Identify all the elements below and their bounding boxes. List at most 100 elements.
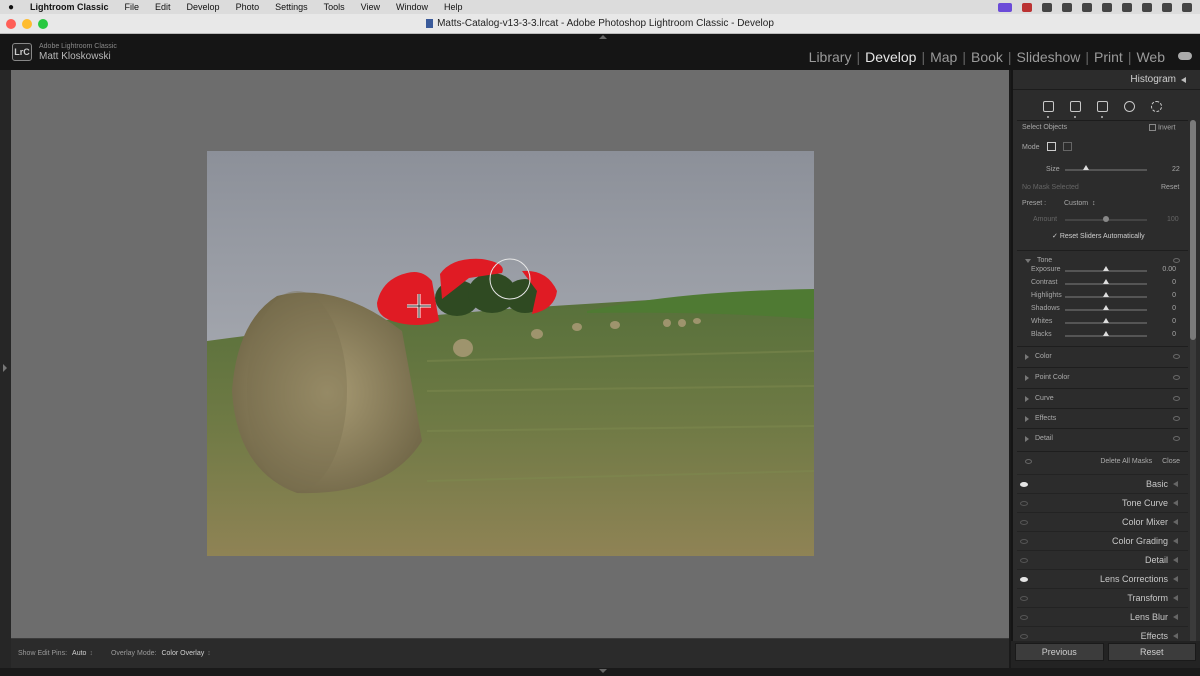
panel-color-grading[interactable]: Color Grading bbox=[1017, 531, 1188, 550]
effects-section-header[interactable]: Effects bbox=[1017, 408, 1188, 428]
histogram-expand-icon[interactable] bbox=[1181, 76, 1186, 83]
detail-section-header[interactable]: Detail bbox=[1017, 428, 1188, 448]
panel-tone-curve[interactable]: Tone Curve bbox=[1017, 493, 1188, 512]
menu-window[interactable]: Window bbox=[388, 2, 436, 12]
amount-slider-thumb[interactable] bbox=[1103, 216, 1109, 222]
collapse-filmstrip-icon[interactable] bbox=[599, 669, 607, 673]
size-slider-track[interactable] bbox=[1065, 169, 1147, 171]
tone-eye-icon[interactable] bbox=[1173, 258, 1180, 263]
menu-app[interactable]: Lightroom Classic bbox=[22, 2, 117, 12]
brush-mode-icon[interactable] bbox=[1047, 142, 1056, 151]
close-mask-button[interactable]: Close bbox=[1162, 458, 1180, 465]
module-slideshow[interactable]: Slideshow bbox=[1012, 49, 1086, 65]
lens-blur-expand-icon[interactable] bbox=[1173, 614, 1178, 620]
play-icon[interactable] bbox=[1062, 2, 1072, 12]
module-map[interactable]: Map bbox=[925, 49, 962, 65]
detail-panel-expand-icon[interactable] bbox=[1173, 557, 1178, 563]
search-icon[interactable] bbox=[1122, 2, 1132, 12]
detail-eye-icon[interactable] bbox=[1173, 436, 1180, 441]
module-develop[interactable]: Develop bbox=[860, 49, 921, 65]
menu-settings[interactable]: Settings bbox=[267, 2, 316, 12]
module-print[interactable]: Print bbox=[1089, 49, 1128, 65]
color-section-header[interactable]: Color bbox=[1017, 346, 1188, 366]
panel-color-mixer[interactable]: Color Mixer bbox=[1017, 512, 1188, 531]
tone-curve-eye-icon[interactable] bbox=[1020, 501, 1028, 506]
size-value[interactable]: 22 bbox=[1172, 166, 1180, 173]
previous-button[interactable]: Previous bbox=[1015, 643, 1104, 661]
notification-icon[interactable] bbox=[1182, 2, 1192, 12]
panel-scrollbar-thumb[interactable] bbox=[1190, 120, 1196, 340]
menu-view[interactable]: View bbox=[353, 2, 388, 12]
overlay-mode-select[interactable]: Color Overlay bbox=[161, 650, 204, 657]
panel-basic[interactable]: Basic bbox=[1017, 474, 1188, 493]
delete-all-masks-button[interactable]: Delete All Masks bbox=[1100, 458, 1152, 465]
menu-develop[interactable]: Develop bbox=[179, 2, 228, 12]
menu-tools[interactable]: Tools bbox=[316, 2, 353, 12]
preset-chevron-icon[interactable]: ↕ bbox=[1092, 200, 1096, 207]
photo-preview[interactable] bbox=[207, 151, 814, 556]
crop-icon[interactable] bbox=[1070, 101, 1081, 118]
edit-sliders-icon[interactable] bbox=[1043, 101, 1054, 118]
curve-eye-icon[interactable] bbox=[1173, 396, 1180, 401]
edit-pins-select[interactable]: Auto bbox=[72, 650, 86, 657]
panel-lens-blur[interactable]: Lens Blur bbox=[1017, 607, 1188, 626]
tone-contrast-slider-thumb[interactable] bbox=[1103, 279, 1109, 284]
tone-blacks-slider-thumb[interactable] bbox=[1103, 331, 1109, 336]
tone-curve-expand-icon[interactable] bbox=[1173, 500, 1178, 506]
tone-blacks-value[interactable]: 0 bbox=[1172, 331, 1176, 338]
menu-help[interactable]: Help bbox=[436, 2, 471, 12]
lens-corrections-expand-icon[interactable] bbox=[1173, 576, 1178, 582]
curve-expand-icon[interactable] bbox=[1025, 395, 1029, 402]
tone-whites-value[interactable]: 0 bbox=[1172, 318, 1176, 325]
rectangle-mode-icon[interactable] bbox=[1063, 142, 1072, 151]
minimize-window-button[interactable] bbox=[22, 19, 32, 29]
remove-eraser-icon[interactable] bbox=[1097, 101, 1108, 118]
module-book[interactable]: Book bbox=[966, 49, 1008, 65]
point-color-eye-icon[interactable] bbox=[1173, 375, 1180, 380]
tone-shadows-slider-thumb[interactable] bbox=[1103, 305, 1109, 310]
module-web[interactable]: Web bbox=[1131, 49, 1170, 65]
tone-highlights-value[interactable]: 0 bbox=[1172, 292, 1176, 299]
masking-icon[interactable] bbox=[1151, 101, 1162, 112]
close-window-button[interactable] bbox=[6, 19, 16, 29]
edit-pins-chevron-icon[interactable]: ↕ bbox=[89, 650, 93, 657]
recording-icon[interactable] bbox=[1022, 2, 1032, 12]
overlay-mode-chevron-icon[interactable]: ↕ bbox=[207, 650, 211, 657]
reset-button[interactable]: Reset bbox=[1107, 643, 1196, 661]
invert-checkbox[interactable]: Invert bbox=[1149, 124, 1175, 131]
tone-contrast-value[interactable]: 0 bbox=[1172, 279, 1176, 286]
tone-exposure-value[interactable]: 0.00 bbox=[1162, 266, 1176, 273]
color-mixer-expand-icon[interactable] bbox=[1173, 519, 1178, 525]
module-library[interactable]: Library bbox=[804, 49, 857, 65]
effects-expand-icon[interactable] bbox=[1025, 415, 1029, 422]
screen-share-icon[interactable] bbox=[998, 2, 1012, 12]
basic-eye-icon[interactable] bbox=[1020, 482, 1028, 487]
left-panel-collapsed[interactable] bbox=[0, 70, 11, 668]
detail-panel-eye-icon[interactable] bbox=[1020, 558, 1028, 563]
panel-transform[interactable]: Transform bbox=[1017, 588, 1188, 607]
reset-sliders-checkbox[interactable]: ✓ Reset Sliders Automatically bbox=[1052, 232, 1145, 240]
preset-select[interactable]: Custom bbox=[1064, 200, 1088, 207]
mask-reset-button[interactable]: Reset bbox=[1161, 184, 1179, 191]
effects-eye-icon[interactable] bbox=[1173, 416, 1180, 421]
tone-whites-slider-thumb[interactable] bbox=[1103, 318, 1109, 323]
color-mixer-eye-icon[interactable] bbox=[1020, 520, 1028, 525]
lens-corrections-eye-icon[interactable] bbox=[1020, 577, 1028, 582]
curve-section-header[interactable]: Curve bbox=[1017, 388, 1188, 408]
tone-exposure-slider-thumb[interactable] bbox=[1103, 266, 1109, 271]
color-expand-icon[interactable] bbox=[1025, 353, 1029, 360]
size-slider-thumb[interactable] bbox=[1082, 165, 1089, 170]
menu-file[interactable]: File bbox=[117, 2, 148, 12]
transform-expand-icon[interactable] bbox=[1173, 595, 1178, 601]
lens-blur-eye-icon[interactable] bbox=[1020, 615, 1028, 620]
tone-highlights-slider-thumb[interactable] bbox=[1103, 292, 1109, 297]
panel-lens-corrections[interactable]: Lens Corrections bbox=[1017, 569, 1188, 588]
menu-photo[interactable]: Photo bbox=[228, 2, 268, 12]
creative-cloud-icon[interactable] bbox=[1042, 2, 1052, 12]
color-eye-icon[interactable] bbox=[1173, 354, 1180, 359]
red-eye-icon[interactable] bbox=[1124, 101, 1135, 112]
transform-eye-icon[interactable] bbox=[1020, 596, 1028, 601]
histogram-header[interactable]: Histogram bbox=[1013, 70, 1200, 90]
zoom-window-button[interactable] bbox=[38, 19, 48, 29]
tone-shadows-value[interactable]: 0 bbox=[1172, 305, 1176, 312]
